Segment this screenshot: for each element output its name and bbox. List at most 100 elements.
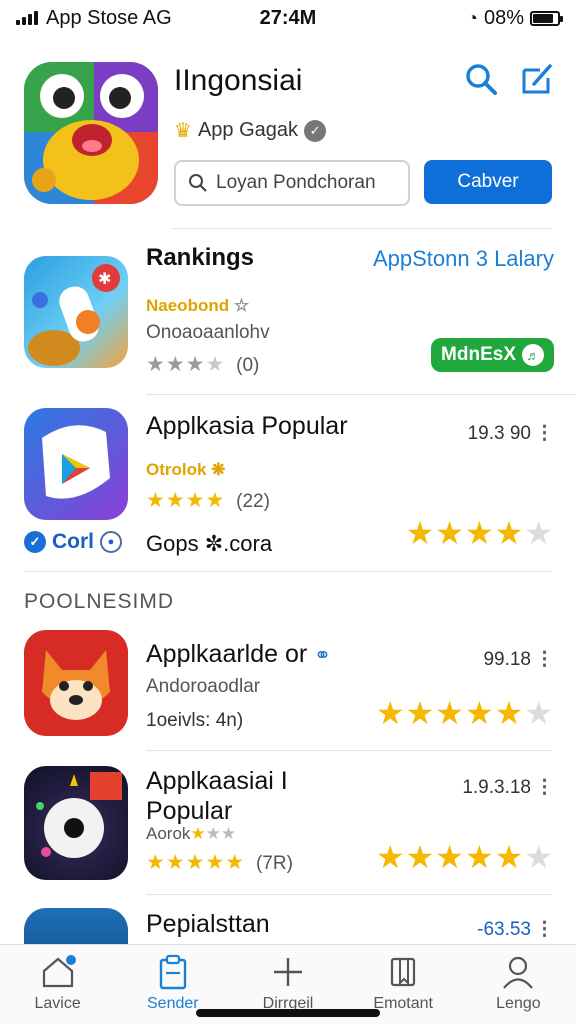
ghost-app-icon[interactable]: [24, 766, 128, 880]
plus-icon: [274, 958, 302, 986]
brand-corl-label: Corl: [52, 530, 94, 553]
fox-app-rating: ★★★★★★: [375, 695, 554, 731]
star-outline-icon: ☆: [233, 296, 250, 315]
ghost-app-dev: Aorok★★★: [146, 824, 237, 843]
popular-app-title: Applkasia Popular: [146, 412, 348, 440]
app-row-fox[interactable]: Applkaarlde or ⚭ 99.18 ⋮ Andoroaodlar 1o…: [24, 630, 554, 740]
brand-gops[interactable]: Gops ✼.cora: [146, 531, 272, 557]
search-placeholder: Loyan Pondchoran: [216, 172, 376, 193]
ghost-app-dev-label: Aorok: [146, 824, 191, 843]
ghost-app-title-line1: Applkaasiai I: [146, 767, 288, 795]
divider: [146, 394, 576, 395]
rankings-link[interactable]: AppStonn 3 Lalary: [373, 246, 554, 272]
popular-app-developer-label: Otrolok: [146, 460, 207, 479]
primary-action-button[interactable]: Cabver: [424, 160, 552, 204]
ghost-app-price: 1.9.3.18 ⋮: [462, 776, 554, 799]
popular-app-rating-count: (22): [236, 491, 270, 512]
crown-icon: ♛: [174, 120, 192, 142]
fox-app-sub: 1oeivls: 4n): [146, 710, 244, 731]
sparkle-icon: ❋: [211, 460, 226, 479]
clock: 27:4M: [259, 6, 317, 29]
install-badge-label: MdnEsX: [441, 344, 516, 365]
rankings-app-icon[interactable]: ✱: [24, 256, 128, 368]
rankings-description: Onoaoaanlohv: [146, 322, 270, 343]
link-icon: ⚭: [314, 645, 331, 667]
status-right: ◔ 08%: [467, 7, 563, 30]
partial-app-icon[interactable]: [24, 908, 128, 944]
popular-app-icon[interactable]: [24, 408, 128, 520]
divider: [24, 571, 552, 572]
divider: [146, 750, 552, 751]
fox-app-title-label: Applkaarlde or: [146, 640, 308, 668]
popular-app-developer: Otrolok ❋: [146, 460, 225, 480]
partial-app-title: Pepialsttan: [146, 910, 270, 938]
app-row-ghost[interactable]: Applkaasiai I Popular 1.9.3.18 ⋮ Aorok★★…: [24, 766, 554, 886]
partial-app-price-value: -63.53: [477, 918, 531, 940]
rankings-rating-count: (0): [236, 355, 260, 376]
fox-app-price-value: 99.18: [483, 648, 531, 670]
book-icon: [391, 957, 416, 987]
fox-app-icon[interactable]: [24, 630, 128, 736]
swirl-icon: ✼: [204, 531, 224, 556]
carrier-label: App Stose AG: [46, 6, 172, 29]
ghost-app-title: Applkaasiai I Popular: [146, 766, 288, 826]
fox-app-price: 99.18 ⋮: [483, 648, 554, 671]
svg-text:✱: ✱: [98, 269, 111, 288]
tab-home-label: Lavice: [34, 995, 81, 1012]
featured-app-icon[interactable]: [24, 62, 158, 204]
info-icon: ●: [100, 531, 122, 553]
home-icon: [42, 955, 76, 988]
section-title-rankings: Rankings: [146, 244, 255, 271]
brand-gops-suffix: .cora: [223, 531, 273, 556]
status-bar: App Stose AG 27:4M ◔ 08%: [0, 0, 576, 36]
divider: [172, 228, 552, 229]
more-icon[interactable]: ⋮: [535, 648, 554, 671]
person-icon: [503, 956, 534, 989]
brand-gops-label: Gops: [146, 531, 199, 556]
header-tools: [464, 62, 554, 96]
tab-home[interactable]: Lavice: [0, 945, 115, 1024]
install-badge[interactable]: MdnEsX ♬: [431, 338, 554, 372]
section-header: POOLNESIMD: [24, 590, 175, 613]
brand-corl[interactable]: ✓ Corl ●: [24, 530, 122, 554]
more-icon[interactable]: ⋮: [535, 776, 554, 799]
signal-icon: [16, 11, 38, 25]
clipboard-icon: [159, 954, 186, 990]
headphones-icon: ♬: [522, 344, 544, 366]
search-input[interactable]: Loyan Pondchoran: [174, 160, 410, 206]
partial-app-price: -63.53 ⋮: [477, 918, 554, 941]
ghost-app-big-rating: ★★★★★★: [375, 839, 554, 875]
check-icon: ✓: [24, 531, 46, 553]
featured-app-title: IIngonsiai: [174, 64, 303, 97]
tab-send-label: Sender: [147, 995, 199, 1012]
search-icon[interactable]: [464, 62, 498, 96]
rankings-developer: Naeobond ☆: [146, 296, 249, 316]
tab-library-label: Emotant: [373, 995, 433, 1012]
alarm-icon: ◔: [467, 7, 478, 28]
publisher-label: App Gagak: [197, 119, 299, 141]
compose-icon[interactable]: [520, 62, 554, 96]
popular-app-big-rating: ★★★★★: [405, 515, 554, 551]
rankings-row[interactable]: ✱ Rankings AppStonn 3 Lalary Naeobond ☆ …: [24, 244, 554, 386]
home-indicator: [196, 1009, 380, 1017]
battery-icon: [530, 10, 563, 26]
tab-profile-label: Lengo: [496, 995, 541, 1012]
popular-app-price-value: 19.3 90: [467, 422, 531, 444]
featured-app-publisher: ♛ App Gagak ✓: [174, 118, 327, 143]
popular-app-rating: ★★★★ (22): [146, 489, 270, 512]
search-field-icon: [189, 174, 207, 192]
tab-profile[interactable]: Lengo: [461, 945, 576, 1024]
ghost-app-price-value: 1.9.3.18: [462, 776, 531, 798]
verified-icon: ✓: [304, 119, 327, 142]
fox-app-title: Applkaarlde or ⚭: [146, 640, 331, 669]
rankings-developer-label: Naeobond: [146, 296, 230, 315]
ghost-app-rating: ★★★★★ (7R): [146, 851, 293, 874]
app-row-partial[interactable]: Pepialsttan -63.53 ⋮: [24, 908, 554, 944]
rankings-rating: ★★★★ (0): [146, 353, 260, 376]
ghost-app-title-line2: Popular: [146, 797, 233, 825]
more-icon[interactable]: ⋮: [535, 918, 554, 941]
fox-app-desc: Andoroaodlar: [146, 676, 261, 697]
featured-app-card: IIngonsiai ♛ App Gagak ✓ Loyan Pondchora…: [24, 62, 554, 232]
divider: [146, 894, 552, 895]
more-icon[interactable]: ⋮: [535, 422, 554, 445]
